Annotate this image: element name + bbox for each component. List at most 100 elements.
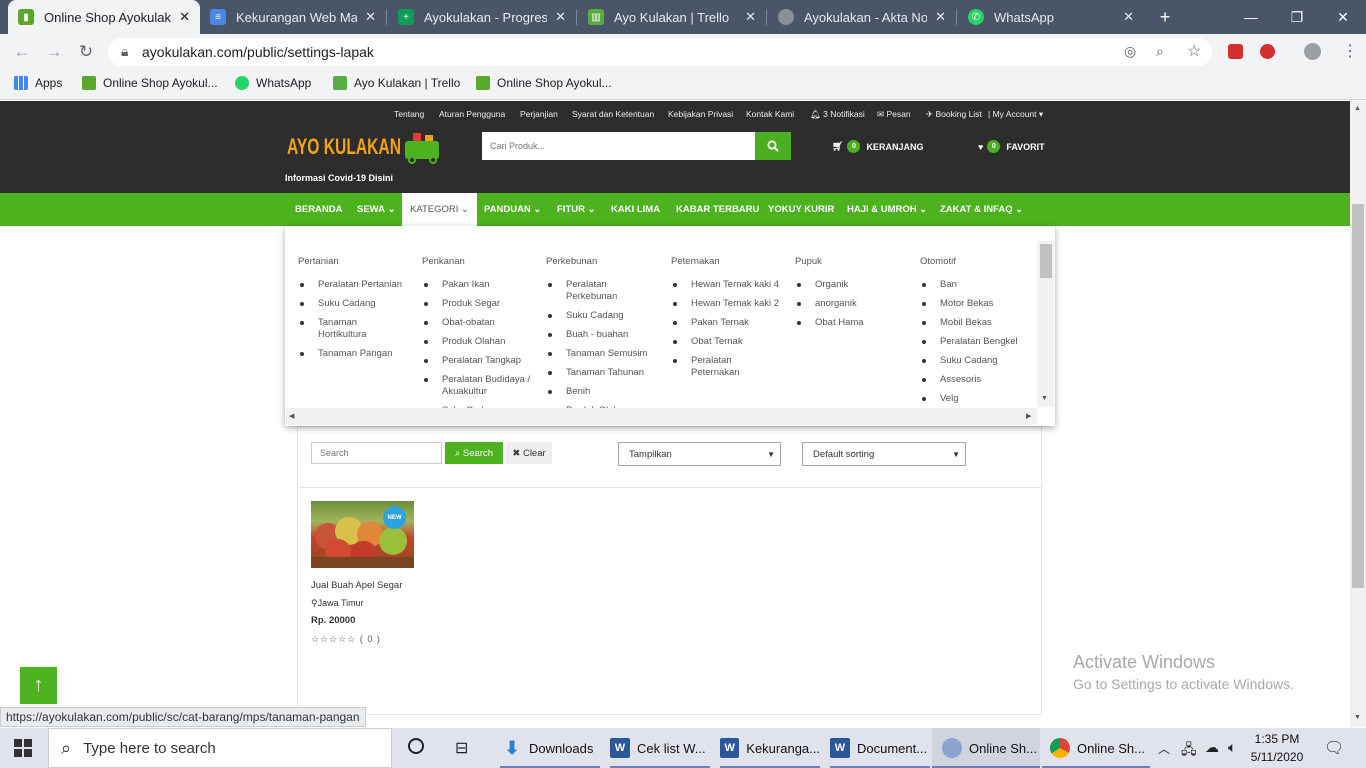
subcategory-item[interactable]: Velg: [920, 393, 1038, 405]
volume-icon[interactable]: 🔈︎: [1228, 739, 1236, 756]
subcategory-item[interactable]: Hewan Ternak kaki 4: [671, 279, 783, 291]
subcategory-item[interactable]: anorganik: [795, 298, 913, 310]
taskbar-app-word-3[interactable]: W Document...: [830, 728, 930, 768]
close-tab-icon[interactable]: ✕: [179, 9, 190, 25]
menu-dots-icon[interactable]: ⋮: [1342, 41, 1358, 61]
nav-sewa[interactable]: SEWA ⌄: [357, 193, 396, 226]
link-notifikasi[interactable]: 🔔︎ 3 Notifikasi: [810, 109, 865, 120]
link-aturan-pengguna[interactable]: Aturan Pengguna: [439, 109, 505, 119]
subcategory-item[interactable]: Tanaman Pangan: [298, 348, 416, 360]
task-view-icon[interactable]: ⊟: [455, 738, 468, 758]
link-my-account[interactable]: | My Account ▾: [988, 109, 1043, 120]
subcategory-item[interactable]: Pakan Ikan: [422, 279, 540, 291]
scroll-down-arrow-icon[interactable]: ▼: [1354, 714, 1361, 721]
link-booking-list[interactable]: ✈︎ Booking List: [926, 109, 982, 120]
lock-icon[interactable]: 🔒︎: [121, 43, 128, 60]
close-tab-icon[interactable]: ✕: [365, 9, 376, 25]
windows-start-icon[interactable]: [14, 739, 32, 757]
subcategory-item[interactable]: Mobil Bekas: [920, 317, 1038, 329]
browser-tab-akta[interactable]: Ayokulakan - Akta Notaris ✕: [768, 0, 956, 34]
scroll-right-arrow-icon[interactable]: ▶: [1026, 412, 1031, 420]
network-icon[interactable]: 🖧︎: [1181, 739, 1197, 763]
subcategory-item[interactable]: Motor Bekas: [920, 298, 1038, 310]
subcategory-item[interactable]: Tanaman Hortikultura: [298, 317, 388, 341]
subcategory-item[interactable]: Suku Cadang: [920, 355, 1038, 367]
subcategory-item[interactable]: Pakan Ternak: [671, 317, 789, 329]
browser-tab-online-shop[interactable]: ▮ Online Shop Ayokulakan ✕: [8, 0, 200, 34]
subcategory-item[interactable]: Benih: [546, 386, 664, 398]
browser-tab-progress[interactable]: + Ayokulakan - Progress ✕: [388, 0, 576, 34]
close-tab-icon[interactable]: ✕: [1123, 9, 1134, 25]
taskbar-app-chrome-2[interactable]: Online Sh...: [1042, 728, 1150, 768]
forward-arrow-icon[interactable]: →: [42, 40, 66, 64]
nav-beranda[interactable]: BERANDA: [295, 193, 343, 226]
filter-search-input[interactable]: [311, 442, 442, 464]
taskbar-app-downloads[interactable]: ⬇ Downloads: [500, 728, 600, 768]
favorite-link[interactable]: ♥ 0 FAVORIT: [978, 140, 1045, 153]
close-tab-icon[interactable]: ✕: [935, 9, 946, 25]
bookmark-apps[interactable]: Apps: [14, 76, 62, 90]
category-heading[interactable]: Pertanian: [298, 256, 416, 267]
covid-info-link[interactable]: Informasi Covid-19 Disini: [285, 173, 393, 183]
notification-center-icon[interactable]: 🗨︎: [1324, 738, 1344, 758]
subcategory-item[interactable]: Tanaman Tahunan: [546, 367, 664, 379]
cortana-icon[interactable]: [408, 738, 424, 754]
restore-button[interactable]: ❐: [1274, 0, 1320, 34]
subcategory-item[interactable]: Obat Ternak: [671, 336, 789, 348]
nav-kaki-lima[interactable]: KAKI LIMA: [611, 193, 660, 226]
extension-video-icon[interactable]: [1228, 44, 1243, 59]
close-window-button[interactable]: ✕: [1320, 0, 1366, 34]
subcategory-item[interactable]: Buah - buahan: [546, 329, 664, 341]
nav-fitur[interactable]: FITUR ⌄: [557, 193, 596, 226]
taskbar-app-chrome-1[interactable]: Online Sh...: [932, 728, 1040, 768]
scroll-up-arrow-icon[interactable]: ▲: [1354, 105, 1361, 112]
category-heading[interactable]: Otomotif: [920, 256, 1038, 267]
link-perjanjian[interactable]: Perjanjian: [520, 109, 558, 119]
nav-kategori[interactable]: KATEGORI ⌄: [402, 193, 477, 226]
nav-haji-umroh[interactable]: HAJI & UMROH ⌄: [847, 193, 927, 226]
page-scroll-thumb[interactable]: [1352, 204, 1364, 588]
bookmark-trello[interactable]: Ayo Kulakan | Trello: [333, 76, 460, 90]
subcategory-item[interactable]: Peralatan Perkebunan: [546, 279, 636, 303]
close-tab-icon[interactable]: ✕: [555, 9, 566, 25]
taskbar-search-box[interactable]: ⌕ Type here to search: [48, 728, 392, 768]
subcategory-item[interactable]: Hewan Ternak kaki 2: [671, 298, 783, 310]
bookmark-online-shop[interactable]: Online Shop Ayokul...: [82, 76, 218, 90]
subcategory-item[interactable]: Obat-obatan: [422, 317, 540, 329]
subcategory-item[interactable]: Suku Cadang: [546, 310, 664, 322]
product-search-button[interactable]: [755, 132, 791, 160]
subcategory-item[interactable]: Peralatan Budidaya / Akuakultur: [422, 374, 540, 398]
subcategory-item[interactable]: Produk Segar: [422, 298, 540, 310]
location-icon[interactable]: ◎: [1124, 43, 1136, 60]
taskbar-app-word-1[interactable]: W Cek list W...: [610, 728, 710, 768]
dropdown-scroll-thumb[interactable]: [1040, 244, 1052, 278]
view-select[interactable]: Tampilkan ▼: [618, 442, 781, 466]
subcategory-item[interactable]: Peralatan Pertanian: [298, 279, 416, 291]
subcategory-item[interactable]: Tanaman Semusim: [546, 348, 664, 360]
site-logo[interactable]: AYO KULAKAN: [287, 129, 453, 165]
subcategory-item[interactable]: Peralatan Tangkap: [422, 355, 540, 367]
url-text[interactable]: ayokulakan.com/public/settings-lapak: [142, 44, 374, 60]
scroll-left-arrow-icon[interactable]: ◀: [289, 412, 294, 420]
sort-select[interactable]: Default sorting ▼: [802, 442, 966, 466]
subcategory-item[interactable]: Peralatan Bengkel: [920, 336, 1038, 348]
link-syarat-ketentuan[interactable]: Syarat dan Ketentuan: [572, 109, 654, 119]
bookmark-whatsapp[interactable]: WhatsApp: [235, 76, 311, 90]
close-tab-icon[interactable]: ✕: [745, 9, 756, 25]
subcategory-item[interactable]: Produk Olahan: [422, 336, 540, 348]
nav-kabar-terbaru[interactable]: KABAR TERBARU: [676, 193, 759, 226]
browser-tab-whatsapp[interactable]: ✆ WhatsApp ✕: [958, 0, 1144, 34]
scroll-down-arrow-icon[interactable]: ▼: [1041, 395, 1048, 402]
zoom-icon[interactable]: ⌕: [1156, 43, 1164, 60]
product-search-input[interactable]: [482, 132, 756, 160]
new-tab-button[interactable]: +: [1150, 0, 1180, 34]
subcategory-item[interactable]: Organik: [795, 279, 913, 291]
bookmark-online-shop-2[interactable]: Online Shop Ayokul...: [476, 76, 612, 90]
filter-search-button[interactable]: ⌕ Search: [445, 442, 503, 464]
extension-stop-icon[interactable]: [1260, 44, 1275, 59]
nav-zakat-infaq[interactable]: ZAKAT & INFAQ ⌄: [940, 193, 1023, 226]
link-kebijakan-privasi[interactable]: Kebijakan Privasi: [668, 109, 733, 119]
bookmark-star-icon[interactable]: ☆: [1187, 41, 1201, 61]
category-heading[interactable]: Pupuk: [795, 256, 913, 267]
subcategory-item[interactable]: Peralatan Peternakan: [671, 355, 751, 379]
